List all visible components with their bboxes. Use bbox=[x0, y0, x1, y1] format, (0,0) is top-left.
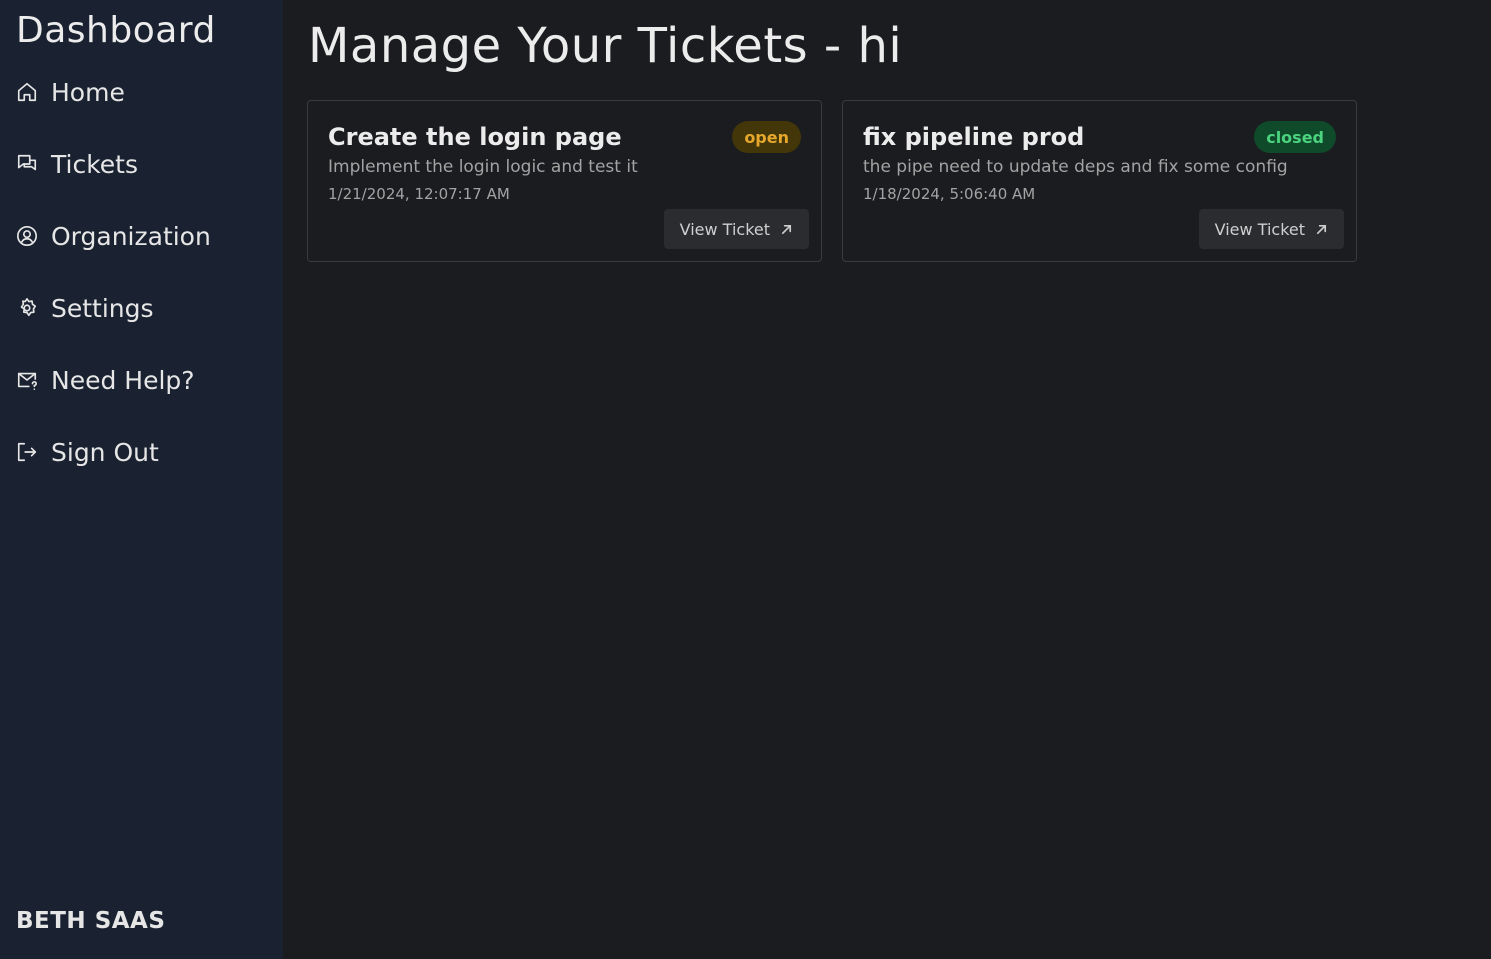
sidebar-item-tickets[interactable]: Tickets bbox=[16, 144, 211, 184]
sidebar-item-label: Home bbox=[51, 77, 125, 107]
external-arrow-icon bbox=[781, 224, 792, 234]
main-content: Manage Your Tickets - hi Create the logi… bbox=[283, 0, 1491, 959]
user-circle-icon bbox=[16, 225, 38, 247]
sidebar-item-label: Need Help? bbox=[51, 365, 195, 395]
sidebar-item-sign-out[interactable]: Sign Out bbox=[16, 432, 211, 472]
view-ticket-label: View Ticket bbox=[1214, 219, 1305, 239]
page-title: Manage Your Tickets - hi bbox=[308, 18, 903, 74]
ticket-date: 1/18/2024, 5:06:40 AM bbox=[863, 185, 1036, 203]
ticket-card: fix pipeline prod closed the pipe need t… bbox=[842, 100, 1357, 262]
sign-out-icon bbox=[16, 441, 38, 463]
sidebar-item-need-help[interactable]: Need Help? bbox=[16, 360, 211, 400]
view-ticket-button[interactable]: View Ticket bbox=[1198, 209, 1344, 249]
sidebar-item-label: Organization bbox=[51, 221, 211, 251]
ticket-description: the pipe need to update deps and fix som… bbox=[863, 157, 1288, 177]
view-ticket-label: View Ticket bbox=[679, 219, 770, 239]
sidebar-nav: Home Tickets Organization Settings Need … bbox=[16, 72, 211, 504]
status-badge: open bbox=[732, 121, 801, 153]
sidebar: Dashboard Home Tickets Organization Sett… bbox=[0, 0, 283, 959]
gear-icon bbox=[16, 297, 38, 319]
ticket-list: Create the login page open Implement the… bbox=[307, 100, 1357, 262]
sidebar-item-label: Sign Out bbox=[51, 437, 159, 467]
sidebar-item-home[interactable]: Home bbox=[16, 72, 211, 112]
ticket-title: fix pipeline prod bbox=[863, 123, 1085, 151]
ticket-title: Create the login page bbox=[328, 123, 622, 151]
sidebar-item-label: Tickets bbox=[51, 149, 138, 179]
ticket-description: Implement the login logic and test it bbox=[328, 157, 638, 177]
ticket-date: 1/21/2024, 12:07:17 AM bbox=[328, 185, 510, 203]
view-ticket-button[interactable]: View Ticket bbox=[663, 209, 809, 249]
brand-name: BETH SAAS bbox=[16, 908, 166, 934]
mail-question-icon bbox=[16, 369, 38, 391]
external-arrow-icon bbox=[1316, 224, 1327, 234]
chat-bubbles-icon bbox=[16, 153, 38, 175]
ticket-card: Create the login page open Implement the… bbox=[307, 100, 822, 262]
sidebar-title: Dashboard bbox=[16, 10, 216, 51]
sidebar-item-label: Settings bbox=[51, 293, 154, 323]
status-badge: closed bbox=[1254, 121, 1336, 153]
sidebar-item-organization[interactable]: Organization bbox=[16, 216, 211, 256]
sidebar-item-settings[interactable]: Settings bbox=[16, 288, 211, 328]
app: Dashboard Home Tickets Organization Sett… bbox=[0, 0, 1491, 959]
home-icon bbox=[16, 81, 38, 103]
